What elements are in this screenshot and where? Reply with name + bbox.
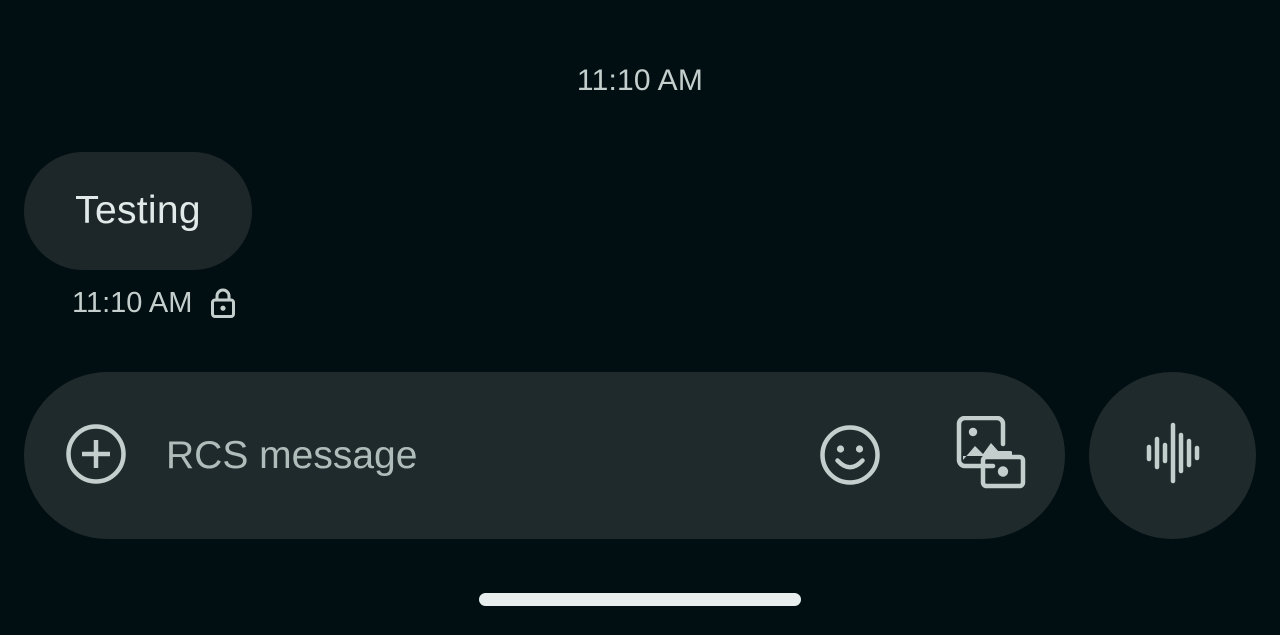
message-text: Testing: [75, 189, 201, 232]
message-bubble[interactable]: Testing: [24, 152, 252, 270]
add-attachment-button[interactable]: [64, 423, 128, 490]
message-meta: 11:10 AM: [72, 284, 236, 322]
gallery-camera-button[interactable]: [954, 415, 1030, 497]
conversation-timestamp-header: 11:10 AM: [576, 64, 704, 97]
waveform-icon: [1145, 422, 1201, 489]
conversation-screen: 11:10 AM Testing 11:10 AM: [0, 0, 1280, 635]
compose-bar: [24, 372, 1065, 539]
emoji-button[interactable]: [818, 424, 882, 491]
message-timestamp: 11:10 AM: [72, 286, 193, 319]
lock-icon: [210, 287, 236, 319]
voice-message-button[interactable]: [1089, 372, 1256, 539]
home-indicator[interactable]: [479, 593, 801, 606]
smiley-face-icon: [819, 424, 881, 491]
gallery-camera-icon: [955, 415, 1029, 497]
plus-circle-icon: [65, 423, 127, 490]
message-input[interactable]: [166, 428, 766, 484]
